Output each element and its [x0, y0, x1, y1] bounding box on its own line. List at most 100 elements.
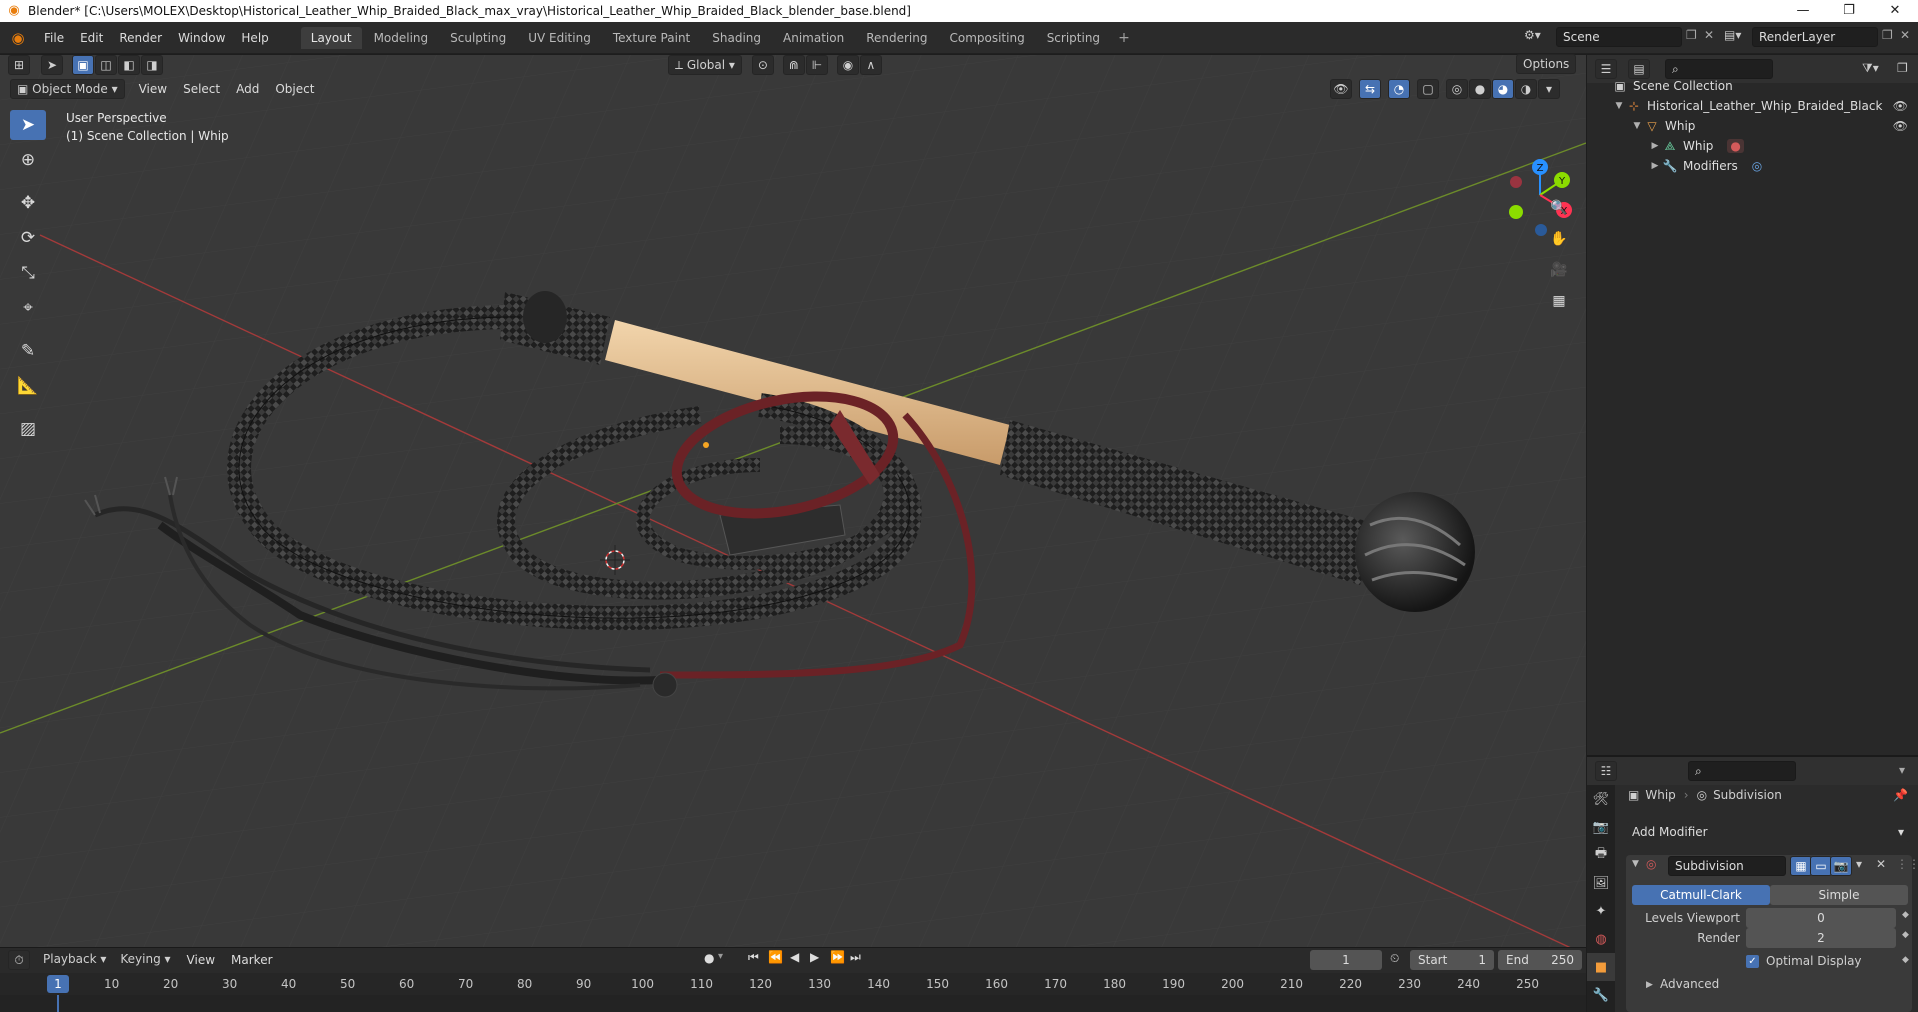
tab-texture-paint[interactable]: Texture Paint: [603, 27, 700, 49]
render-toggle-icon[interactable]: 📷: [1830, 856, 1852, 876]
new-layer-icon[interactable]: ❐: [1882, 28, 1893, 42]
start-frame-field[interactable]: Start 1: [1410, 950, 1494, 970]
snap-icon[interactable]: ⋒: [782, 55, 805, 75]
shading-options-icon[interactable]: ▾: [1538, 79, 1560, 99]
tab-animation[interactable]: Animation: [773, 27, 854, 49]
tab-rendering[interactable]: Rendering: [856, 27, 937, 49]
levels-viewport-field[interactable]: 0: [1746, 908, 1896, 928]
select-box-new-icon[interactable]: ▣: [72, 55, 94, 75]
panel-collapse-icon[interactable]: ▼: [1632, 859, 1639, 869]
menu-window[interactable]: Window: [170, 31, 233, 45]
annotate-tool-button[interactable]: ✎: [10, 336, 46, 366]
end-frame-field[interactable]: End 250: [1498, 950, 1582, 970]
snap-target-icon[interactable]: ⊩: [805, 55, 828, 75]
menu-edit[interactable]: Edit: [72, 31, 111, 45]
minimize-button[interactable]: —: [1780, 0, 1826, 22]
scene-name-field[interactable]: Scene: [1556, 27, 1682, 47]
ortho-toggle-button[interactable]: ▦: [1546, 288, 1572, 314]
add-cube-tool-button[interactable]: ▨: [10, 414, 46, 444]
remove-modifier-icon[interactable]: ✕: [1876, 857, 1886, 871]
new-collection-icon[interactable]: ❐: [1897, 61, 1908, 75]
pivot-point-icon[interactable]: ⊙: [751, 55, 774, 75]
rotate-tool-button[interactable]: ⟳: [10, 223, 46, 253]
record-icon[interactable]: ●: [704, 951, 714, 965]
properties-options-icon[interactable]: ▾: [1899, 763, 1905, 777]
visibility-icon[interactable]: 👁: [1330, 79, 1352, 99]
collapse-triangle-icon[interactable]: ▶: [1649, 161, 1661, 171]
select-box-invert-icon[interactable]: ◨: [141, 55, 163, 75]
tool-tab[interactable]: 🛠: [1587, 785, 1615, 813]
restore-button[interactable]: ❐: [1826, 0, 1872, 22]
transform-tool-button[interactable]: ⌖: [10, 293, 46, 323]
material-icon[interactable]: ●: [1727, 139, 1744, 153]
menu-render[interactable]: Render: [111, 31, 170, 45]
proportional-falloff-icon[interactable]: ∧: [859, 55, 882, 75]
blender-menu-icon[interactable]: ◉: [8, 29, 28, 47]
3d-viewport[interactable]: Z Y X: [0, 55, 1586, 947]
viewport-menu-view[interactable]: View: [131, 82, 175, 96]
timeline-editor-type-icon[interactable]: ⏱: [8, 950, 30, 970]
add-workspace-button[interactable]: +: [1112, 30, 1136, 46]
delete-scene-icon[interactable]: ✕: [1704, 28, 1714, 42]
menu-file[interactable]: File: [36, 31, 72, 45]
close-button[interactable]: ✕: [1872, 0, 1918, 22]
optimal-display-checkbox[interactable]: ✓: [1746, 955, 1759, 968]
viewport-menu-add[interactable]: Add: [228, 82, 267, 96]
select-tool-icon[interactable]: ➤: [41, 55, 63, 75]
editor-type-icon[interactable]: ⊞: [8, 55, 30, 75]
timeline-body[interactable]: [0, 995, 1586, 1012]
delete-layer-icon[interactable]: ✕: [1900, 28, 1910, 42]
rendered-shading-icon[interactable]: ◑: [1515, 79, 1537, 99]
jump-end-icon[interactable]: ⏭: [850, 950, 861, 965]
tab-layout[interactable]: Layout: [300, 26, 362, 49]
play-reverse-icon[interactable]: ◀: [790, 950, 799, 964]
keyframe-dot-icon[interactable]: ◆: [1902, 910, 1909, 920]
auto-key-options-icon[interactable]: ▾: [718, 951, 723, 962]
timeline-view-menu[interactable]: View: [179, 953, 223, 967]
prev-keyframe-icon[interactable]: ⏪: [768, 950, 783, 964]
expand-triangle-icon[interactable]: ▼: [1631, 121, 1643, 131]
timeline-marker-menu[interactable]: Marker: [223, 953, 280, 967]
jump-start-icon[interactable]: ⏮: [748, 950, 759, 965]
pan-button[interactable]: ✋: [1546, 226, 1572, 252]
material-shading-icon[interactable]: ◕: [1492, 79, 1514, 99]
advanced-expand-icon[interactable]: ▶: [1646, 980, 1653, 990]
render-layer-field[interactable]: RenderLayer: [1752, 27, 1878, 47]
scale-tool-button[interactable]: ⤡: [10, 258, 46, 288]
view-layer-tab[interactable]: 🖼: [1587, 869, 1615, 897]
render-tab[interactable]: 📷: [1587, 813, 1615, 841]
edit-mode-toggle-icon[interactable]: ▦: [1790, 856, 1812, 876]
tab-shading[interactable]: Shading: [702, 27, 771, 49]
gizmo-toggle-icon[interactable]: ⇆: [1359, 79, 1381, 99]
solid-shading-icon[interactable]: ●: [1469, 79, 1491, 99]
object-mode-dropdown[interactable]: ▣ Object Mode ▾: [10, 79, 125, 99]
properties-search-input[interactable]: ⌕: [1688, 761, 1796, 781]
xray-toggle-icon[interactable]: ▢: [1417, 79, 1439, 99]
cursor-tool-button[interactable]: ⊕: [10, 145, 46, 175]
options-dropdown[interactable]: Options: [1516, 54, 1577, 74]
move-tool-button[interactable]: ✥: [10, 188, 46, 218]
camera-view-button[interactable]: 🎥: [1546, 257, 1572, 283]
tab-modeling[interactable]: Modeling: [364, 27, 439, 49]
scene-browse-icon[interactable]: ⚙▾: [1524, 28, 1541, 42]
visibility-eye-icon[interactable]: 👁: [1893, 119, 1908, 133]
modifier-tab[interactable]: 🔧: [1587, 981, 1615, 1009]
catmull-clark-button[interactable]: Catmull-Clark: [1632, 885, 1770, 905]
next-keyframe-icon[interactable]: ⏩: [830, 950, 845, 964]
render-levels-field[interactable]: 2: [1746, 928, 1896, 948]
outliner-row-collection[interactable]: ▼ ⊹ Historical_Leather_Whip_Braided_Blac…: [1587, 96, 1918, 116]
add-modifier-dropdown[interactable]: Add Modifier ▾: [1626, 822, 1910, 842]
world-tab[interactable]: ◍: [1587, 925, 1615, 953]
keyframe-dot-icon[interactable]: ◆: [1902, 955, 1909, 965]
timeline-ruler[interactable]: 1 10 20 30 40 50 60 70 80 90 100 110 120 130 140 150 160…: [0, 973, 1586, 995]
render-layer-icon[interactable]: ▤▾: [1724, 28, 1741, 42]
tab-scripting[interactable]: Scripting: [1037, 27, 1110, 49]
outliner-row-mesh-data[interactable]: ▶ ⟁ Whip ●: [1587, 136, 1918, 156]
keying-menu[interactable]: Keying ▾: [114, 950, 176, 970]
playback-menu[interactable]: Playback ▾: [37, 950, 112, 970]
modifier-name-field[interactable]: Subdivision: [1668, 856, 1786, 876]
tab-compositing[interactable]: Compositing: [939, 27, 1034, 49]
tab-uv-editing[interactable]: UV Editing: [518, 27, 601, 49]
select-box-subtract-icon[interactable]: ◧: [118, 55, 140, 75]
viewport-menu-object[interactable]: Object: [267, 82, 322, 96]
